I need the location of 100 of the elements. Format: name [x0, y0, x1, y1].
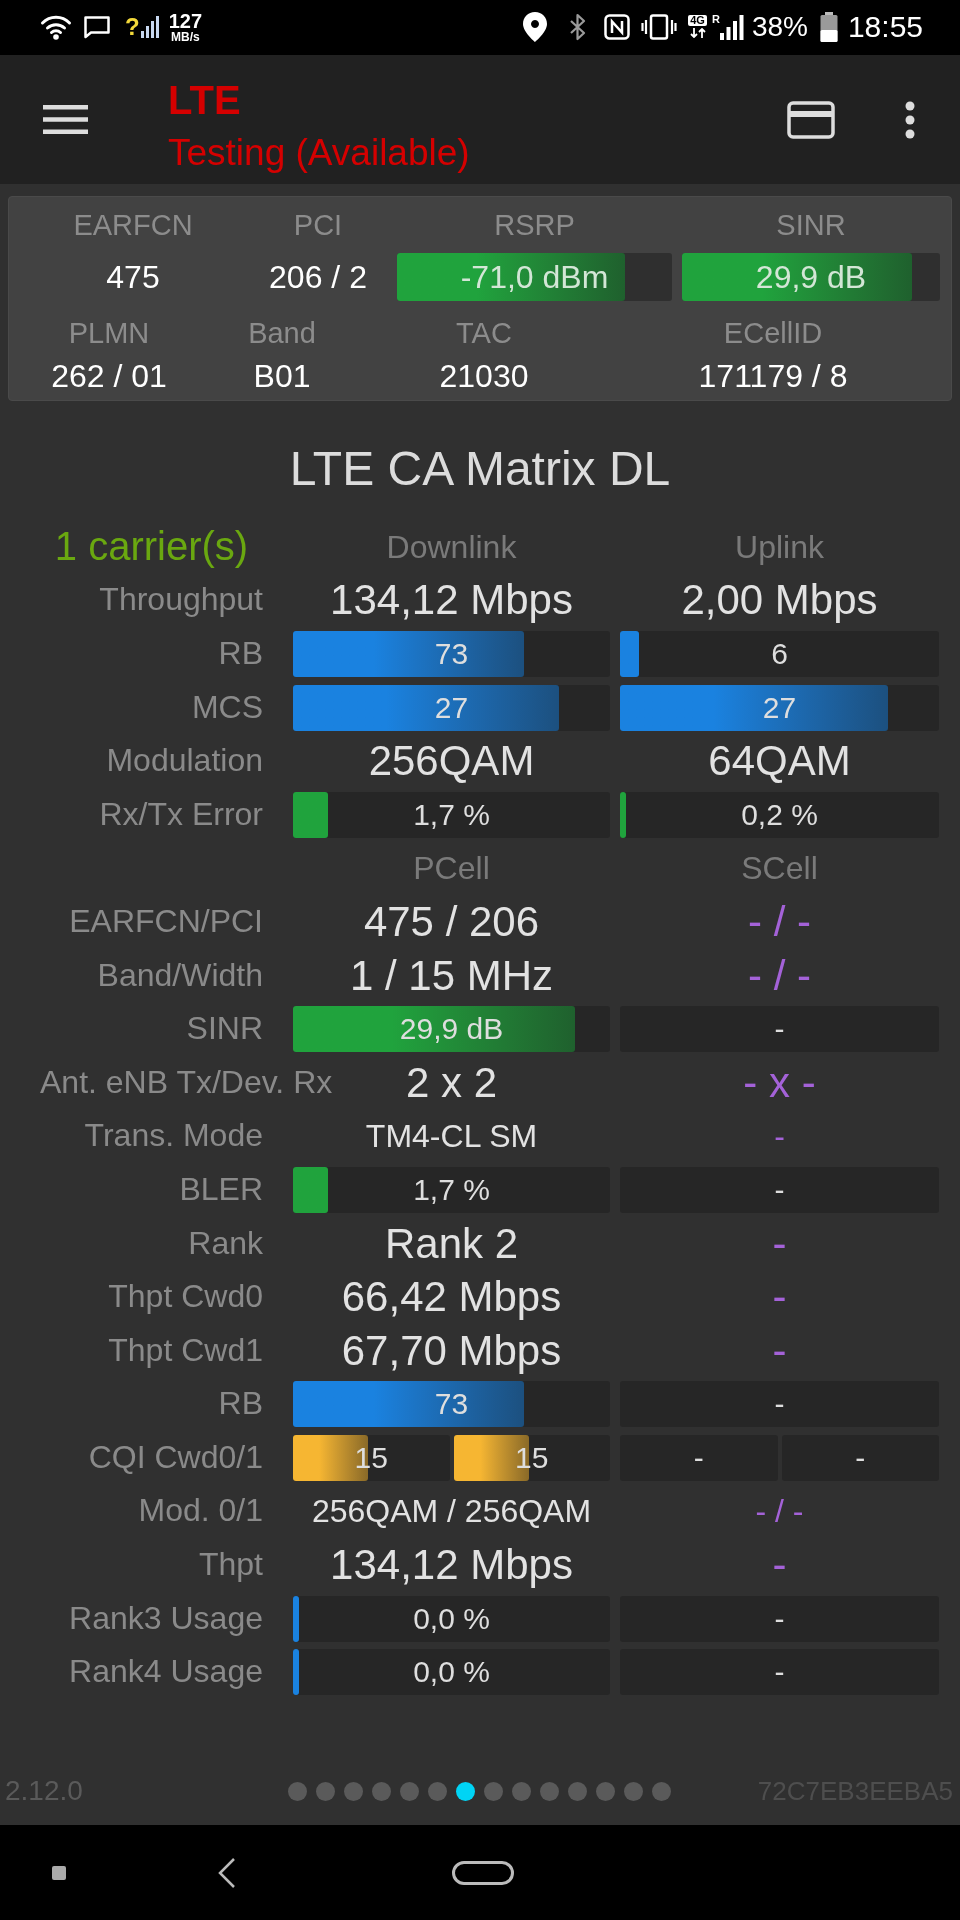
info-value: 206 / 2	[269, 261, 367, 293]
data-rate: 127	[168, 10, 203, 31]
network-type-badge: 4G	[688, 15, 707, 26]
cell-value: -	[772, 1222, 787, 1265]
menu-icon[interactable]	[43, 104, 88, 135]
cell-value: 1 / 15 MHz	[349, 954, 554, 997]
meter-reading: 29,9 dB	[399, 1014, 504, 1045]
column-heading: SCell	[741, 852, 818, 885]
info-value: 262 / 01	[51, 360, 167, 392]
clock-time: 18:55	[847, 11, 923, 42]
section-title: LTE CA Matrix DL	[289, 445, 671, 493]
cell-value: -	[772, 1544, 787, 1587]
cell-value: -	[774, 1120, 785, 1153]
row-label: Thpt Cwd0	[108, 1280, 263, 1313]
info-label: PCI	[293, 210, 343, 240]
meter-reading: 1,7 %	[413, 799, 490, 830]
info-label: Band	[248, 318, 316, 348]
cell-value: 134,12 Mbps	[330, 579, 573, 622]
cell-value: Rank 2	[384, 1222, 519, 1265]
battery-icon	[819, 11, 838, 42]
info-label: SINR	[776, 210, 846, 240]
cell-value: 256QAM / 256QAM	[311, 1495, 592, 1528]
roaming-indicator: R	[711, 13, 720, 25]
signal-bars-icon	[140, 15, 159, 38]
meter-reading: 27	[434, 692, 469, 723]
battery-percent: 38%	[751, 12, 808, 41]
meter-reading: 6	[771, 639, 788, 669]
row-label: CQI Cwd0/1	[88, 1440, 263, 1473]
row-label: Thpt	[198, 1548, 263, 1581]
info-label: ECellID	[723, 318, 823, 348]
meter-reading: 29,9 dB	[755, 261, 867, 293]
back-icon[interactable]	[217, 1856, 237, 1889]
square-icon[interactable]	[52, 1865, 66, 1880]
row-label: Band/Width	[97, 958, 263, 991]
cell-value: 2 x 2	[405, 1061, 498, 1104]
wifi-icon	[40, 13, 72, 40]
column-heading: PCell	[413, 852, 490, 885]
row-label: Trans. Mode	[84, 1119, 263, 1152]
vibrate-icon	[641, 13, 678, 40]
info-value: 21030	[439, 360, 529, 392]
meter-reading: -	[693, 1442, 704, 1473]
meter-reading: -	[774, 1174, 785, 1205]
row-label: Thpt Cwd1	[108, 1333, 263, 1366]
cell-value: -	[772, 1329, 787, 1372]
cell-value: - x -	[743, 1061, 816, 1104]
cell-value: 475 / 206	[363, 900, 540, 943]
meter-reading: 0,0 %	[413, 1657, 490, 1688]
app-title: LTE	[168, 80, 241, 120]
meter-reading: 73	[434, 639, 469, 669]
column-heading: Uplink	[735, 530, 824, 563]
row-label: Modulation	[106, 744, 263, 777]
cell-value: 64QAM	[708, 740, 851, 783]
cell-value: 2,00 Mbps	[681, 579, 878, 622]
info-label: PLMN	[68, 318, 150, 348]
row-label: RB	[218, 1387, 263, 1420]
info-value: B01	[253, 360, 311, 392]
meter-reading: -	[774, 1603, 785, 1634]
row-label: Rank4 Usage	[69, 1655, 263, 1688]
meter-reading: -71,0 dBm	[460, 261, 609, 293]
meter-reading: 0,0 %	[413, 1603, 490, 1634]
cell-value: 67,70 Mbps	[341, 1329, 562, 1372]
signal-bars-icon	[719, 13, 744, 40]
row-label: Mod. 0/1	[138, 1494, 263, 1527]
meter-reading: 0,2 %	[741, 799, 818, 830]
cell-value: - / -	[748, 954, 811, 997]
row-label: Throughput	[99, 583, 263, 616]
row-label: EARFCN/PCI	[69, 904, 263, 937]
row-label: Rx/Tx Error	[99, 797, 263, 830]
card-icon[interactable]	[787, 100, 835, 139]
row-label: Ant. eNB Tx/Dev. Rx	[40, 1065, 333, 1098]
cell-value: - / -	[755, 1495, 804, 1528]
column-heading: Downlink	[386, 530, 517, 563]
data-arrows-icon	[689, 28, 706, 38]
bluetooth-icon	[568, 11, 588, 42]
row-label: BLER	[179, 1172, 263, 1205]
home-icon[interactable]	[452, 1860, 514, 1885]
cell-value: -	[772, 1276, 787, 1319]
info-value: 171179 / 8	[698, 360, 848, 392]
message-icon	[83, 14, 111, 39]
info-label: RSRP	[494, 210, 575, 240]
meter-reading: -	[774, 1389, 785, 1420]
cell-value: 134,12 Mbps	[330, 1544, 573, 1587]
row-label: Rank3 Usage	[69, 1601, 263, 1634]
meter-reading: -	[855, 1442, 866, 1473]
cell-value: 66,42 Mbps	[341, 1276, 562, 1319]
cell-value: - / -	[748, 900, 811, 943]
row-label: MCS	[191, 690, 263, 723]
data-rate-unit: MB/s	[171, 30, 200, 43]
info-label: EARFCN	[73, 210, 193, 240]
cell-value: TM4-CL SM	[365, 1120, 538, 1153]
meter-reading: -	[774, 1014, 785, 1045]
nfc-icon	[604, 13, 631, 40]
signal-status-text: ?	[125, 14, 140, 39]
more-options-icon[interactable]	[905, 100, 915, 139]
carrier-count: 1 carrier(s)	[54, 526, 249, 567]
meter-reading: 1,7 %	[413, 1174, 490, 1205]
row-label: SINR	[186, 1012, 263, 1045]
row-label: RB	[218, 637, 263, 669]
app-subtitle: Testing (Available)	[168, 134, 470, 171]
info-label: TAC	[456, 318, 512, 348]
